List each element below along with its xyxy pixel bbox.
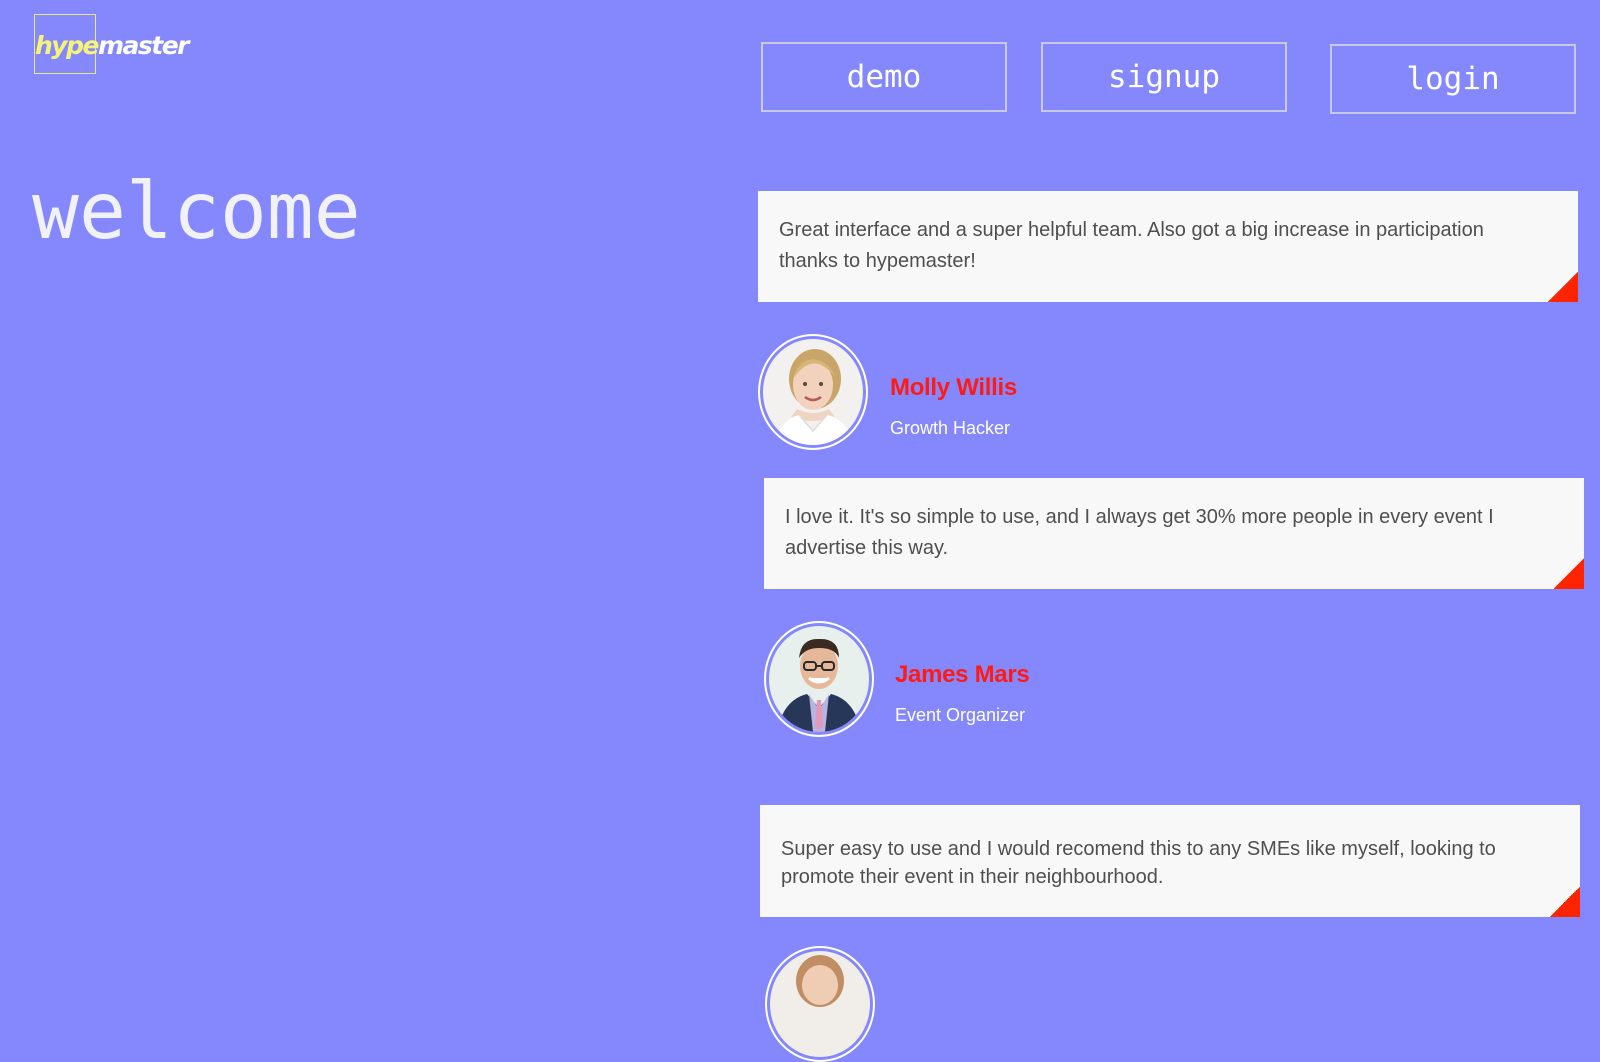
testimonial-author-role: Event Organizer bbox=[895, 705, 1026, 725]
avatar bbox=[764, 621, 874, 737]
avatar bbox=[758, 334, 868, 450]
testimonial-author-name: James Mars bbox=[895, 661, 1030, 688]
logo-hype-text: hype bbox=[35, 30, 99, 60]
testimonial-author-name: Molly Willis bbox=[890, 374, 1017, 401]
avatar-photo bbox=[769, 626, 869, 732]
corner-fold-icon bbox=[1554, 558, 1584, 589]
testimonial-author-role: Growth Hacker bbox=[890, 418, 1011, 438]
testimonial-quote: Super easy to use and I would recomend t… bbox=[781, 838, 1496, 888]
corner-fold-icon bbox=[1550, 886, 1580, 917]
logo[interactable]: hypemaster bbox=[34, 14, 190, 76]
corner-fold-icon bbox=[1548, 271, 1578, 302]
testimonial-card: Great interface and a super helpful team… bbox=[758, 191, 1578, 302]
demo-button[interactable]: demo bbox=[761, 42, 1007, 112]
login-button[interactable]: login bbox=[1330, 44, 1576, 114]
testimonial-card: I love it. It's so simple to use, and I … bbox=[764, 478, 1584, 589]
testimonial-card: Super easy to use and I would recomend t… bbox=[760, 805, 1580, 917]
avatar-photo bbox=[770, 951, 870, 1057]
signup-button[interactable]: signup bbox=[1041, 42, 1287, 112]
testimonial-quote: Great interface and a super helpful team… bbox=[779, 219, 1484, 272]
welcome-heading: welcome bbox=[32, 167, 361, 257]
logo-master-text: master bbox=[97, 30, 190, 60]
logo-text: hypemaster bbox=[35, 30, 190, 60]
avatar bbox=[765, 946, 875, 1062]
avatar-photo bbox=[763, 339, 863, 445]
testimonial-quote: I love it. It's so simple to use, and I … bbox=[785, 506, 1494, 559]
